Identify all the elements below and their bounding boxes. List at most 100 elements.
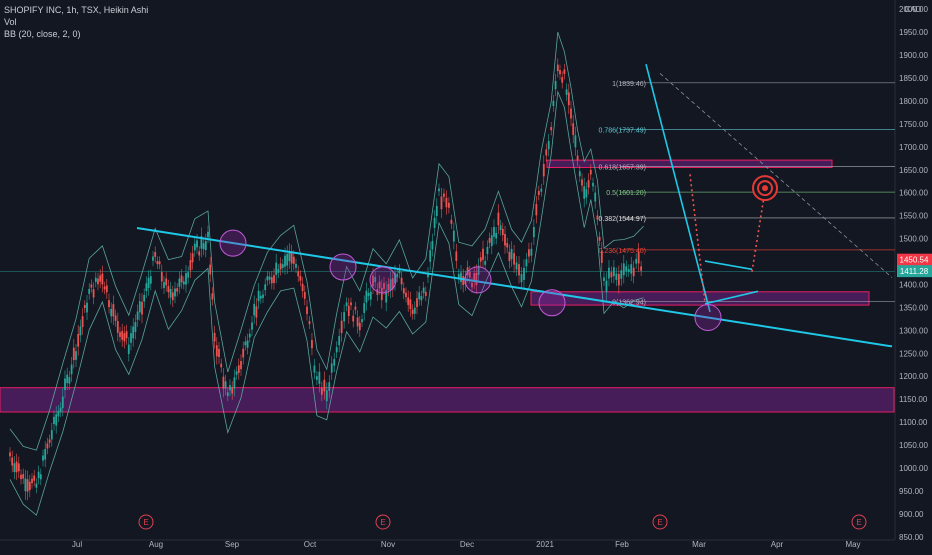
y-tick-label: 1200.00 [899, 372, 928, 381]
candle-body [235, 371, 238, 375]
fib-level-label: 0.382(1544.97) [599, 216, 646, 223]
candle-body [335, 347, 338, 353]
candle-body [369, 291, 372, 300]
candle-body [158, 261, 161, 265]
candle-body [39, 474, 42, 480]
candle-body [330, 363, 333, 373]
candle-body [363, 303, 366, 313]
candle-body [231, 387, 234, 394]
candle-body [68, 377, 71, 384]
candle-body [277, 269, 280, 273]
candle-body [518, 264, 520, 276]
candle-body [163, 282, 165, 288]
candle-body [136, 311, 139, 320]
candle-body [35, 483, 38, 488]
candle-body [396, 274, 399, 278]
candle-body [246, 340, 249, 348]
candle-body [262, 294, 264, 298]
candle-body [59, 407, 62, 412]
candle-body [70, 364, 73, 375]
candle-body [433, 217, 436, 228]
y-tick-label: 1000.00 [899, 464, 928, 473]
candle-body [413, 307, 416, 314]
earnings-icon-letter: E [657, 518, 662, 527]
candle-body [193, 243, 196, 251]
candle-body [61, 396, 64, 409]
y-tick-label: 1700.00 [899, 143, 928, 152]
candle-body [400, 277, 403, 285]
candle-body [552, 100, 555, 106]
chart-legend: SHOPIFY INC, 1h, TSX, Heikin Ashi Vol BB… [4, 4, 148, 40]
candle-body [567, 92, 570, 106]
candle-body [187, 272, 190, 278]
candle-body [572, 123, 575, 135]
touch-circle [464, 266, 492, 294]
candle-body [523, 267, 525, 280]
legend-title: SHOPIFY INC, 1h, TSX, Heikin Ashi [4, 5, 149, 15]
y-tick-label: 1400.00 [899, 280, 928, 289]
candle-body [191, 253, 194, 263]
candle-body [352, 315, 355, 322]
candle-body [574, 135, 577, 148]
candle-body [409, 299, 412, 310]
candle-body [455, 251, 458, 261]
fib-level-label: 1(1839.46) [612, 81, 646, 88]
candle-body [592, 182, 594, 187]
candle-body [448, 202, 450, 208]
candle-body [273, 275, 275, 283]
chart-svg[interactable]: CAD850.00900.00950.001000.001050.001100.… [0, 0, 932, 550]
candle-body [635, 258, 638, 264]
candle-body [215, 345, 218, 357]
y-tick-label: 1100.00 [899, 418, 928, 427]
candle-body [257, 290, 260, 302]
earnings-icon-letter: E [380, 518, 385, 527]
candle-body [50, 430, 53, 440]
touch-circle [538, 289, 566, 317]
candle-body [295, 263, 297, 268]
candle-body [350, 302, 352, 306]
candle-body [452, 230, 455, 242]
candle-body [42, 455, 44, 461]
candle-body [316, 376, 318, 380]
fib-level-label: 0.786(1737.49) [599, 128, 646, 135]
candle-body [299, 275, 302, 281]
candle-body [301, 283, 304, 292]
candle-body [515, 262, 518, 270]
candle-body [174, 288, 176, 297]
candle-body [587, 180, 590, 188]
candle-body [24, 478, 27, 492]
candle-body [570, 108, 572, 119]
candle-body [361, 319, 363, 323]
candle-body [482, 248, 484, 260]
y-tick-label: 1350.00 [899, 303, 928, 312]
candle-body [583, 186, 586, 199]
candle-body [622, 263, 625, 276]
candle-body [460, 272, 462, 283]
candle-body [290, 252, 293, 264]
candle-body [165, 278, 168, 286]
candle-body [143, 294, 146, 302]
candle-body [589, 169, 592, 175]
candle-body [211, 293, 214, 300]
candle-body [343, 312, 346, 322]
candle-body [138, 301, 141, 313]
candle-body [632, 267, 635, 277]
y-tick-label: 1600.00 [899, 189, 928, 198]
candle-body [576, 155, 579, 161]
y-tick-label: 1050.00 [899, 441, 928, 450]
chart-root[interactable]: SHOPIFY INC, 1h, TSX, Heikin Ashi Vol BB… [0, 0, 932, 550]
candle-body [48, 439, 51, 443]
candle-body [422, 287, 425, 293]
candle-body [207, 231, 209, 238]
y-tick-label: 1550.00 [899, 212, 928, 221]
candle-body [226, 392, 229, 396]
x-tick-label: Oct [304, 540, 317, 549]
y-tick-label: 1900.00 [899, 51, 928, 60]
x-tick-label: Jul [72, 540, 82, 549]
candle-body [17, 463, 20, 472]
y-tick-label: 1850.00 [899, 74, 928, 83]
x-tick-label: Feb [615, 540, 629, 549]
candle-body [490, 235, 493, 247]
candle-body [171, 292, 174, 301]
candle-body [547, 140, 550, 150]
